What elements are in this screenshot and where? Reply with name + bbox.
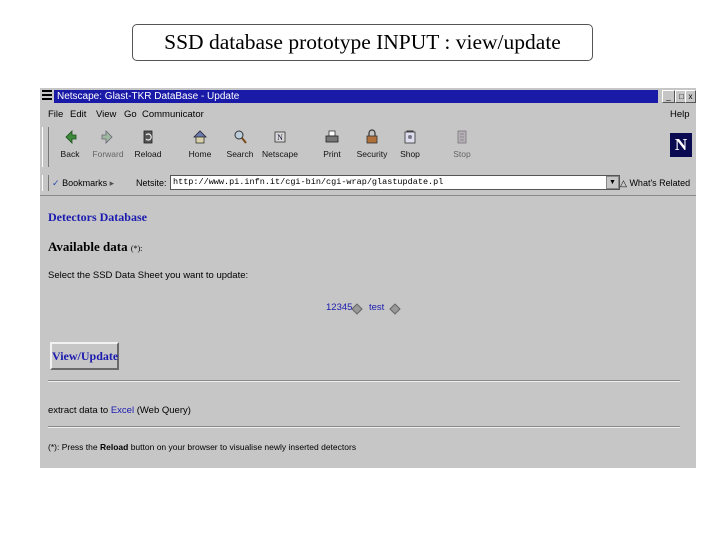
location-bar: ✓ Bookmarks ▸ Netsite: http://www.pi.inf… — [40, 173, 696, 193]
menu-view[interactable]: View — [96, 107, 116, 123]
sheet-link-12345[interactable]: 12345 — [326, 302, 352, 313]
extract-suffix: (Web Query) — [136, 405, 191, 416]
url-dropdown-icon[interactable]: ▼ — [606, 176, 619, 189]
whats-related-label: What's Related — [629, 178, 691, 188]
forward-arrow-icon — [101, 130, 113, 144]
available-data-note: (*): — [130, 244, 143, 253]
footnote-prefix: (*): Press the — [48, 442, 98, 452]
bookmarks-label: Bookmarks — [62, 178, 108, 188]
home-icon — [193, 130, 207, 144]
location-page-icon: ▸ — [109, 178, 115, 188]
search-button[interactable]: Search — [220, 127, 260, 167]
forward-label: Forward — [92, 149, 124, 159]
netscape-logo[interactable]: N — [670, 133, 692, 157]
shop-button[interactable]: Shop — [390, 127, 430, 167]
back-button[interactable]: Back — [50, 127, 90, 167]
window-title: Netscape: Glast-TKR DataBase - Update — [54, 90, 658, 103]
sheet-radio-test[interactable] — [389, 303, 401, 315]
svg-text:N: N — [277, 133, 283, 142]
select-prompt: Select the SSD Data Sheet you want to up… — [48, 270, 249, 281]
close-button[interactable]: x — [685, 90, 696, 103]
forward-button[interactable]: Forward — [88, 127, 128, 167]
netscape-icon: N — [274, 131, 286, 143]
print-label: Print — [323, 149, 341, 159]
location-grip[interactable] — [42, 175, 49, 191]
minimize-button[interactable]: _ — [662, 90, 675, 103]
url-input[interactable]: http://www.pi.infn.it/cgi-bin/cgi-wrap/g… — [170, 175, 620, 190]
search-label: Search — [226, 149, 254, 159]
print-button[interactable]: Print — [312, 127, 352, 167]
page-content: Detectors Database Available data (*): S… — [40, 196, 696, 468]
system-menu-icon[interactable] — [42, 90, 52, 102]
search-icon — [234, 130, 247, 144]
sheet-link-test[interactable]: test — [369, 302, 384, 313]
stop-label: Stop — [453, 149, 471, 159]
menu-help[interactable]: Help — [670, 107, 690, 123]
whats-related-button[interactable]: △ What's Related — [620, 173, 690, 193]
excel-link[interactable]: Excel — [111, 405, 134, 416]
bookmarks-icon: ✓ — [52, 178, 60, 188]
footnote-suffix: button on your browser to visualise newl… — [130, 442, 357, 452]
horizontal-rule — [48, 426, 680, 428]
menu-communicator[interactable]: Communicator — [142, 107, 204, 123]
shop-label: Shop — [400, 149, 420, 159]
browser-window: Netscape: Glast-TKR DataBase - Update _ … — [40, 88, 696, 468]
back-arrow-icon — [65, 130, 77, 144]
available-data-text: Available data — [48, 239, 128, 254]
stop-button[interactable]: Stop — [442, 127, 482, 167]
extract-line: extract data to Excel (Web Query) — [48, 405, 191, 416]
print-icon — [325, 130, 339, 143]
back-label: Back — [60, 149, 80, 159]
footnote: (*): Press the Reload button on your bro… — [48, 442, 356, 452]
reload-button[interactable]: Reload — [128, 127, 168, 167]
home-button[interactable]: Home — [180, 127, 220, 167]
extract-prefix: extract data to — [48, 405, 109, 416]
menu-bar: File Edit View Go Communicator Help — [40, 107, 696, 123]
available-data-heading: Available data (*): — [48, 239, 142, 255]
footnote-reload: Reload — [99, 442, 129, 452]
slide-title: SSD database prototype INPUT : view/upda… — [132, 24, 593, 61]
database-title: Detectors Database — [48, 210, 147, 224]
navigation-toolbar: Back Forward Reload Home Search N Netsca… — [40, 125, 696, 171]
reload-label: Reload — [134, 149, 162, 159]
shop-icon — [404, 130, 416, 144]
stop-icon — [457, 130, 467, 144]
security-label: Security — [356, 149, 388, 159]
reload-icon — [143, 130, 153, 144]
security-button[interactable]: Security — [352, 127, 392, 167]
menu-edit[interactable]: Edit — [70, 107, 86, 123]
window-title-bar: Netscape: Glast-TKR DataBase - Update _ … — [40, 88, 696, 105]
home-label: Home — [188, 149, 212, 159]
netscape-label: Netscape — [262, 149, 298, 159]
menu-file[interactable]: File — [48, 107, 63, 123]
view-update-button[interactable]: View/Update — [50, 342, 119, 370]
security-lock-icon — [366, 129, 378, 144]
bookmarks-button[interactable]: ✓ Bookmarks ▸ — [52, 173, 114, 193]
menu-go[interactable]: Go — [124, 107, 137, 123]
horizontal-rule — [48, 380, 680, 382]
netscape-button[interactable]: N Netscape — [260, 127, 300, 167]
toolbar-grip[interactable] — [42, 127, 49, 167]
whats-related-icon: △ — [620, 178, 627, 188]
netsite-label: Netsite: — [136, 178, 167, 188]
sheet-radio-12345[interactable] — [351, 303, 363, 315]
